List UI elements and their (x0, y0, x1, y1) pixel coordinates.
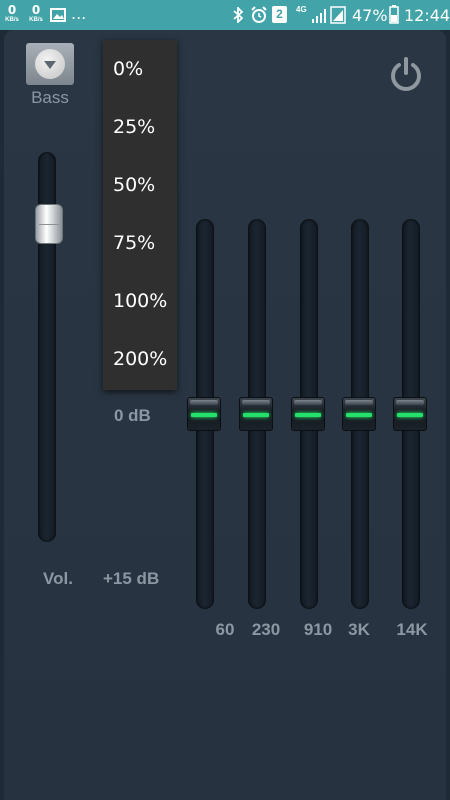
eq-band-910-knob[interactable] (291, 397, 325, 431)
more-notifications: ... (71, 4, 87, 23)
net-download-value: 0 (7, 3, 17, 17)
db-label-zero: 0 dB (114, 406, 151, 425)
volume-label: Vol. (43, 569, 73, 588)
clock: 12:44 (404, 6, 450, 25)
bass-level-dropdown: 0% 25% 50% 75% 100% 200% (103, 40, 177, 390)
net-upload-value: 0 (31, 3, 41, 17)
eq-band-14k-knob[interactable] (393, 397, 427, 431)
battery-percent: 47% (352, 6, 388, 25)
power-icon[interactable] (388, 56, 424, 97)
volume-slider-knob[interactable] (35, 204, 63, 244)
eq-band-230-label: 230 (251, 620, 281, 639)
dropdown-option[interactable]: 100% (113, 290, 177, 312)
dropdown-option[interactable]: 0% (113, 58, 177, 80)
eq-band-14k-label: 14K (396, 620, 428, 639)
status-bar: 0 KB/s 0 KB/s ... 2 4G 47% 12:44 (0, 0, 450, 30)
dropdown-option[interactable]: 50% (113, 174, 177, 196)
net-download-speed: 0 KB/s (2, 4, 22, 23)
image-icon (50, 8, 66, 27)
eq-band-3k-knob[interactable] (342, 397, 376, 431)
bluetooth-icon (232, 5, 244, 28)
db-label-plus15: +15 dB (103, 569, 160, 588)
net-download-unit: KB/s (5, 17, 19, 23)
sim-badge: 2 (272, 6, 287, 23)
equalizer-panel (4, 30, 446, 800)
net-upload-unit: KB/s (29, 17, 43, 23)
eq-band-60-knob[interactable] (187, 397, 221, 431)
battery-icon (389, 5, 399, 29)
bass-dropdown-button[interactable] (26, 43, 74, 85)
eq-band-3k-label: 3K (348, 620, 370, 639)
dropdown-option[interactable]: 200% (113, 348, 177, 370)
alarm-icon (250, 6, 268, 29)
eq-band-230-knob[interactable] (239, 397, 273, 431)
network-type: 4G (296, 5, 307, 14)
dropdown-option[interactable]: 75% (113, 232, 177, 254)
dropdown-option[interactable]: 25% (113, 116, 177, 138)
signal-icon (312, 6, 348, 29)
bass-label: Bass (31, 88, 69, 107)
net-upload-speed: 0 KB/s (26, 4, 46, 23)
